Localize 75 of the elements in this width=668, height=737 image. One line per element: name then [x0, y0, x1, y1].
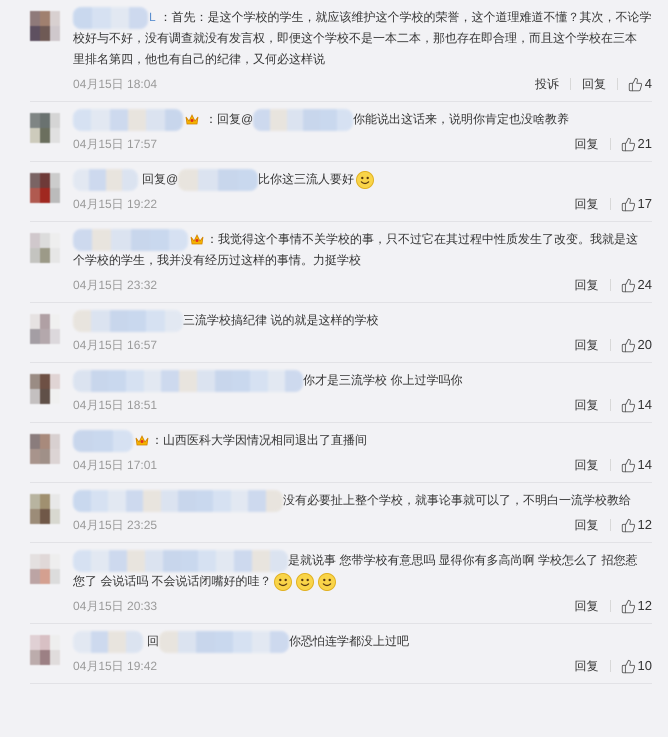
comment-time: 04月15日 16:57	[73, 337, 158, 354]
thumbs-up-icon	[620, 398, 636, 412]
thumbs-up-icon	[620, 658, 636, 674]
comment-time: 04月15日 20:33	[73, 598, 158, 615]
like-button[interactable]: 20	[620, 335, 652, 355]
thumbs-up-icon	[620, 598, 636, 614]
comment-time: 04月15日 18:04	[73, 76, 158, 93]
like-button[interactable]: 4	[628, 74, 652, 94]
comment-action-link[interactable]: 回复	[574, 657, 600, 675]
smiley-emoji-icon	[274, 572, 292, 590]
avatar[interactable]	[30, 113, 60, 143]
comment-text-line: 你能说出这话来，说明你肯定也没啥教养	[353, 111, 570, 128]
comment-text-line: 是就说事 您带学校有意思吗 显得你有多高尚啊 学校怎么了 招您惹	[288, 552, 638, 569]
comment-text-line: 里排名第四，他也有自己的纪律，又何必这样说	[73, 51, 325, 68]
like-button[interactable]: 10	[620, 656, 652, 676]
smiley-emoji-icon	[318, 572, 336, 590]
comment-text-line: 你恐怕连学都没上过吧	[289, 633, 409, 650]
avatar[interactable]	[30, 494, 60, 524]
reply-prefix: 回复@	[142, 171, 178, 188]
comment-action-link[interactable]: 回复	[574, 597, 600, 615]
blurred-username-drawing	[73, 630, 143, 652]
crown-icon	[185, 113, 199, 126]
comment-action-link[interactable]: 回复	[574, 336, 600, 354]
like-button[interactable]: 24	[620, 275, 652, 295]
thumbs-up-icon	[620, 136, 636, 152]
comment-text-line: 校好与不好，没有调查就没有发言权，即便这个学校不是一本二本，那也存在即合理，而且这个学校在三本	[73, 30, 637, 47]
smiley-emoji-icon	[356, 170, 374, 188]
blurred-username-drawing	[73, 168, 138, 190]
thumbs-up-icon	[620, 196, 636, 212]
thumbs-up-icon	[620, 458, 636, 472]
reply-prefix: 回	[147, 633, 159, 650]
comment-action-link[interactable]: 回复	[574, 516, 600, 534]
comment-action-link[interactable]: 回复	[580, 75, 607, 93]
avatar[interactable]	[30, 11, 60, 41]
comment-text-line: ：首先：是这个学校的学生，就应该维护这个学校的荣誉，这个道理难道不懂？其次，不论学	[160, 9, 652, 26]
like-button[interactable]: 14	[620, 455, 652, 475]
thumbs-up-icon	[620, 278, 636, 292]
reply-prefix: ：回复@	[205, 111, 254, 128]
like-button[interactable]: 21	[620, 134, 652, 154]
smiley-emoji-icon	[296, 572, 314, 590]
comment-text-line: 个学校的学生，我并没有经历过这样的事情。力挺学校	[73, 252, 361, 269]
like-button[interactable]: 17	[620, 194, 652, 214]
comment-action-link[interactable]: 回复	[574, 456, 600, 474]
comment-time: 04月15日 17:01	[73, 457, 158, 474]
comment-text-line: 您了 会说话吗 不会说话闭嘴好的哇？	[73, 573, 272, 590]
comment-time: 04月15日 23:32	[73, 277, 158, 294]
like-button[interactable]: 14	[620, 395, 652, 415]
comment-time: 04月15日 18:51	[73, 397, 158, 414]
comment-text-line: ：我觉得这个事情不关学校的事，只不过它在其过程中性质发生了改变。我就是这	[206, 231, 638, 248]
thumbs-up-icon	[620, 338, 636, 352]
comment-text-line: ：山西医科大学因情况相同退出了直播间	[151, 432, 367, 449]
like-button[interactable]: 12	[620, 515, 652, 535]
comment-text-line: 三流学校搞纪律 说的就是这样的学校	[183, 312, 378, 329]
comment-action-link[interactable]: 回复	[574, 276, 600, 294]
avatar[interactable]	[30, 434, 60, 464]
avatar[interactable]	[30, 173, 60, 203]
comment-action-link[interactable]: 投诉	[534, 75, 560, 93]
avatar[interactable]	[30, 635, 60, 665]
comment-text-line: 比你这三流人要好	[258, 171, 354, 188]
blurred-username-drawing	[73, 430, 133, 452]
comment-action-link[interactable]: 回复	[574, 195, 600, 213]
avatar[interactable]	[30, 374, 60, 404]
comment-text-line: 没有必要扯上整个学校，就事论事就可以了，不明白一流学校教给	[283, 492, 631, 509]
comment-action-link[interactable]: 回复	[574, 135, 600, 153]
like-button[interactable]: 12	[620, 596, 652, 616]
comment-time: 04月15日 19:42	[73, 658, 158, 675]
comment-time: 04月15日 19:22	[73, 196, 158, 213]
crown-icon	[190, 233, 204, 246]
thumbs-up-icon	[628, 76, 643, 92]
comment-time: 04月15日 17:57	[73, 136, 158, 153]
comment-text-line: 你才是三流学校 你上过学吗你	[303, 372, 462, 389]
comment-action-link[interactable]: 回复	[574, 396, 600, 414]
crown-icon	[135, 434, 149, 447]
thumbs-up-icon	[620, 518, 636, 532]
comment-time: 04月15日 23:25	[73, 517, 158, 534]
